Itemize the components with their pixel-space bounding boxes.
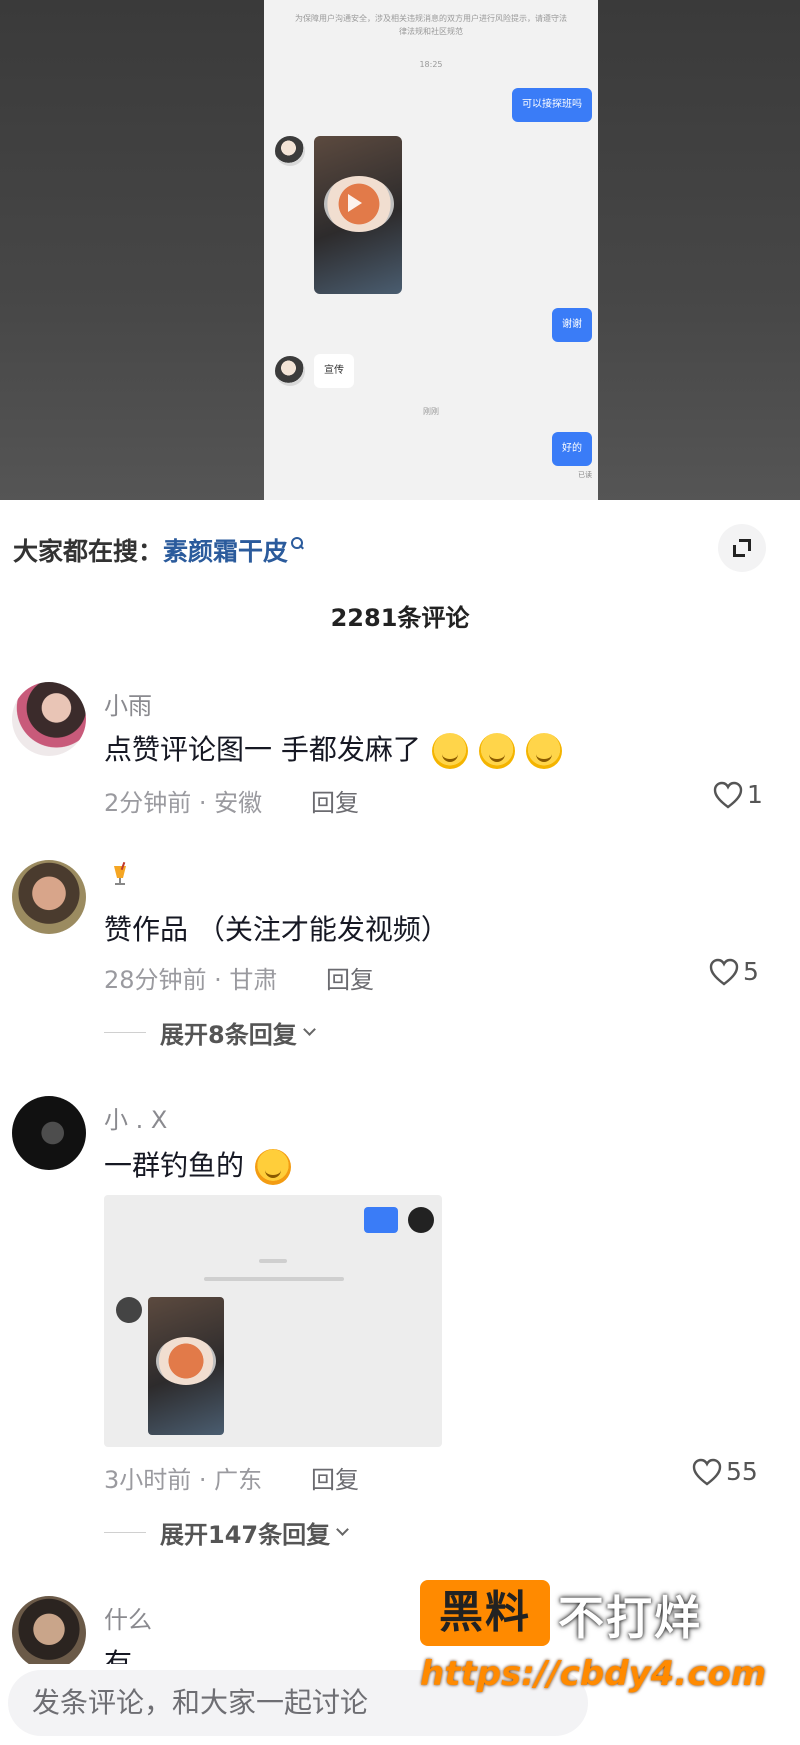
- chat-avatar: [275, 356, 305, 386]
- laugh-cry-emoji-icon: [254, 1149, 291, 1185]
- avatar[interactable]: [12, 860, 86, 934]
- expand-icon: [733, 539, 751, 557]
- avatar[interactable]: [12, 1596, 86, 1670]
- comment-text-content: 点赞评论图一 手都发麻了: [104, 733, 421, 766]
- chat-screenshot: 为保障用户沟通安全，涉及相关违规消息的双方用户进行风险提示，请遵守法律法规和社区…: [264, 0, 598, 500]
- heart-icon: [692, 1458, 722, 1485]
- comment-meta: 28分钟前 · 甘肃: [104, 966, 278, 994]
- read-tag: 已读: [578, 471, 592, 479]
- mini-text-line: [204, 1277, 344, 1281]
- watermark-badge: 黑料: [420, 1580, 550, 1646]
- heart-icon: [709, 958, 739, 985]
- smile-emoji-icon: [431, 733, 468, 769]
- heart-icon: [713, 781, 743, 808]
- watermark: 黑料 不打烊 https://cbdy4.com: [420, 1580, 766, 1694]
- comment-text: 一群钓鱼的: [104, 1144, 291, 1185]
- mini-avatar: [116, 1297, 142, 1323]
- comment-text: 点赞评论图一 手都发麻了: [104, 728, 562, 769]
- reply-button[interactable]: 回复: [311, 783, 359, 818]
- like-count: 5: [743, 957, 759, 986]
- divider-line: [104, 1032, 146, 1033]
- search-term-link[interactable]: 素颜霜干皮: [163, 532, 288, 568]
- comment-meta: 2分钟前 · 安徽: [104, 789, 263, 817]
- divider-line: [104, 1532, 146, 1533]
- comment-page: 为保障用户沟通安全，涉及相关违规消息的双方用户进行风险提示，请遵守法律法规和社区…: [0, 0, 800, 1745]
- comment-count: 2281条评论: [330, 604, 470, 632]
- video-player[interactable]: 为保障用户沟通安全，涉及相关违规消息的双方用户进行风险提示，请遵守法律法规和社区…: [0, 0, 800, 500]
- comment-username[interactable]: 小雨: [104, 686, 152, 721]
- expand-replies-button[interactable]: 展开8条回复: [104, 1015, 316, 1050]
- expand-replies-button[interactable]: 展开147条回复: [104, 1515, 349, 1550]
- chat-bubble-out: 可以接探班吗: [512, 88, 592, 122]
- comment-image[interactable]: [104, 1195, 442, 1447]
- mini-chat-bubble: [364, 1207, 398, 1233]
- system-notice: 为保障用户沟通安全，涉及相关违规消息的双方用户进行风险提示，请遵守法律法规和社区…: [295, 14, 567, 36]
- search-icon: [291, 537, 304, 549]
- smile-emoji-icon: [525, 733, 562, 769]
- like-count: 1: [747, 780, 763, 809]
- comment-username[interactable]: 什么: [104, 1600, 152, 1635]
- smile-emoji-icon: [478, 733, 515, 769]
- comment-username[interactable]: 小 . X: [104, 1100, 167, 1135]
- mini-avatar: [408, 1207, 434, 1233]
- reply-button[interactable]: 回复: [311, 1460, 359, 1495]
- like-button[interactable]: 1: [713, 780, 763, 809]
- mini-food-image: [156, 1337, 216, 1385]
- like-count: 55: [726, 1457, 758, 1486]
- search-prefix: 大家都在搜：: [13, 537, 164, 566]
- chat-video-message: [314, 136, 402, 294]
- like-button[interactable]: 5: [709, 957, 759, 986]
- search-suggestion[interactable]: 大家都在搜： 素颜霜干皮: [13, 530, 304, 570]
- comment-meta: 3小时前 · 广东: [104, 1466, 263, 1494]
- chat-bubble-out: 好的: [552, 432, 592, 466]
- chat-status: 刚刚: [423, 407, 439, 416]
- chevron-down-icon: [336, 1523, 349, 1536]
- chat-bubble-out: 谢谢: [552, 308, 592, 342]
- watermark-url: https://cbdy4.com: [420, 1654, 767, 1694]
- expand-replies-label: 展开147条回复: [160, 1521, 331, 1549]
- drink-badge-icon: [114, 862, 126, 885]
- like-button[interactable]: 55: [692, 1457, 758, 1486]
- chat-time: 18:25: [419, 60, 443, 69]
- expand-replies-label: 展开8条回复: [160, 1021, 297, 1049]
- play-icon: [348, 194, 362, 212]
- chevron-down-icon: [302, 1023, 316, 1036]
- comment-text: 赞作品 （关注才能发视频）: [104, 913, 449, 946]
- comment-text-content: 一群钓鱼的: [104, 1149, 245, 1182]
- chat-bubble-in: 宣传: [314, 354, 354, 388]
- mini-text-line: [259, 1259, 287, 1263]
- reply-button[interactable]: 回复: [326, 960, 374, 995]
- chat-avatar: [275, 136, 305, 166]
- watermark-text: 不打烊: [558, 1591, 702, 1645]
- expand-button[interactable]: [718, 524, 766, 572]
- avatar[interactable]: [12, 682, 86, 756]
- avatar[interactable]: [12, 1096, 86, 1170]
